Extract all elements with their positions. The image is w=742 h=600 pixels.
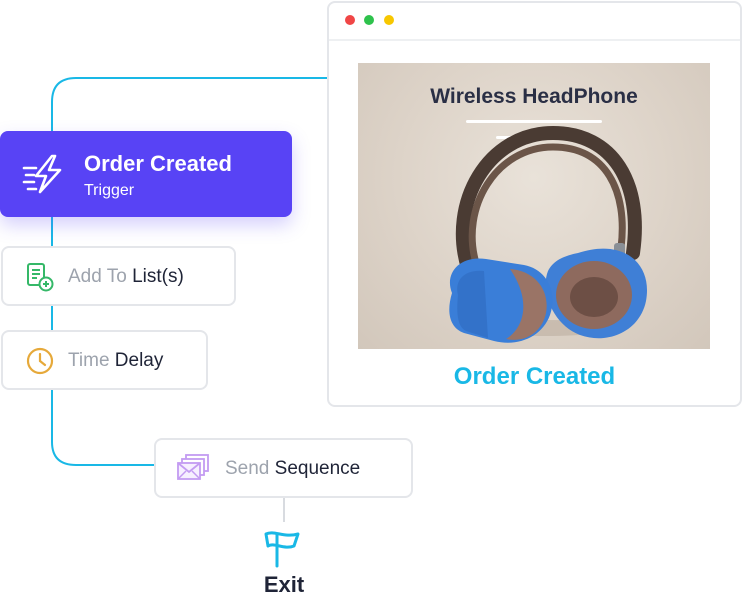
step-label-verb: Send <box>225 458 275 479</box>
exit-label: Exit <box>263 572 305 597</box>
step-label: Time Delay <box>68 350 163 372</box>
lightning-bolt-icon <box>22 154 62 194</box>
step-label-verb: Time <box>68 350 115 371</box>
window-title-bar <box>329 3 740 41</box>
window-minimize-dot[interactable] <box>384 15 394 25</box>
step-label: Add To List(s) <box>68 266 184 288</box>
email-preview-window: Wireless HeadPhone Order Created <box>327 1 742 407</box>
trigger-subtitle: Trigger <box>84 182 135 199</box>
step-label-object: Sequence <box>274 458 361 479</box>
product-image: Wireless HeadPhone <box>358 63 710 349</box>
headphones-illustration <box>449 125 648 343</box>
envelopes-icon <box>177 454 209 480</box>
step-add-to-list[interactable]: Add To List(s) <box>1 246 236 306</box>
step-label-verb: Add To <box>68 266 133 287</box>
trigger-card[interactable]: Order Created Trigger <box>0 131 292 217</box>
window-maximize-dot[interactable] <box>364 15 374 25</box>
product-title: Wireless HeadPhone <box>430 85 638 108</box>
clock-icon <box>26 347 54 375</box>
step-label-object: List(s) <box>132 266 184 287</box>
trigger-title: Order Created <box>84 151 232 176</box>
step-send-sequence[interactable]: Send Sequence <box>154 438 413 498</box>
step-label: Send Sequence <box>225 458 360 480</box>
step-time-delay[interactable]: Time Delay <box>1 330 208 390</box>
step-label-object: Delay <box>114 350 164 371</box>
window-close-dot[interactable] <box>345 15 355 25</box>
connector-browser-to-trigger <box>51 77 327 131</box>
flag-icon <box>264 531 300 568</box>
list-add-icon <box>27 263 54 292</box>
preview-caption: Order Created <box>453 363 616 390</box>
